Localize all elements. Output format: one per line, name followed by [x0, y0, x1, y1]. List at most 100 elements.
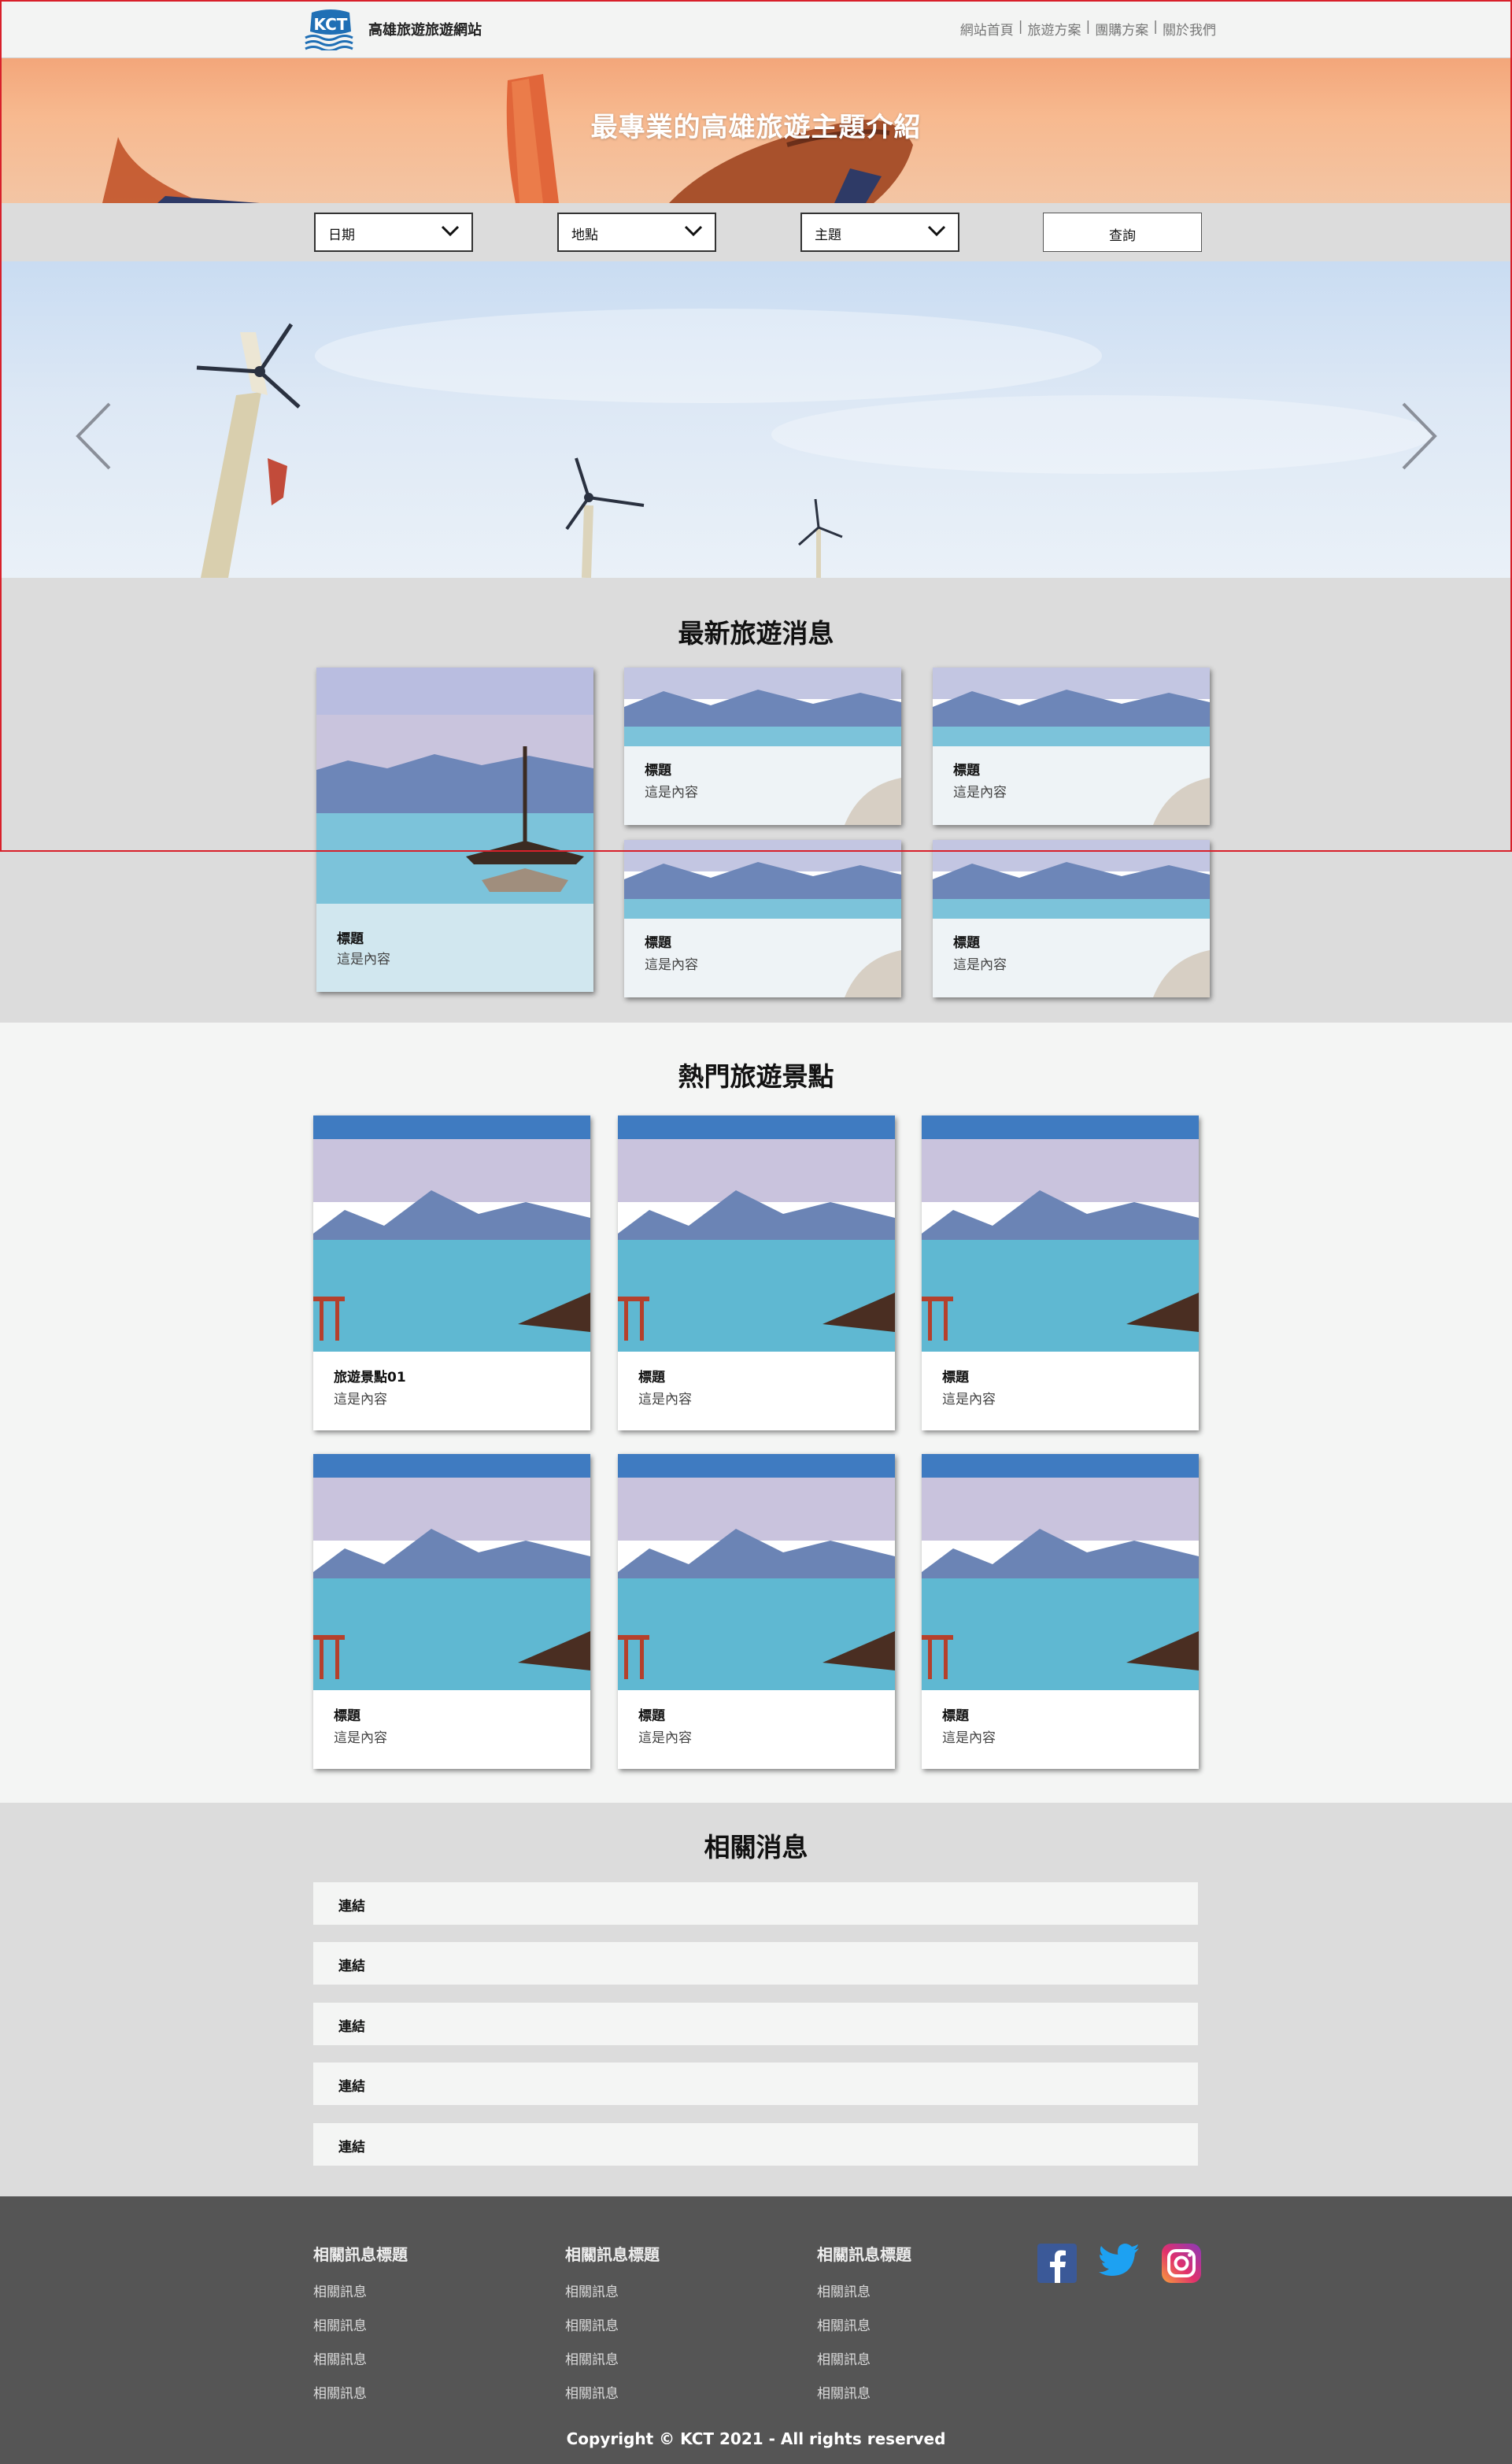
torii-lake-photo — [922, 1115, 1199, 1352]
footer-column: 相關訊息標題 相關訊息 相關訊息 相關訊息 相關訊息 — [565, 2242, 660, 2416]
footer-link[interactable]: 相關訊息 — [565, 2348, 660, 2368]
popular-spots-section: 熱門旅遊景點 旅遊景點01 這是內容 標題 這是內容 標題 這是內容 標題 這是… — [0, 1023, 1512, 1803]
news-card[interactable]: 標題 這是內容 — [933, 840, 1210, 997]
spot-card-title: 標題 — [334, 1708, 360, 1724]
news-card-text: 這是內容 — [953, 957, 1007, 973]
latest-news-section: 最新旅遊消息 標題 這是內容 標題 這是內容 標題 這是內容 標題 這是內容 標… — [0, 578, 1512, 1023]
image-carousel — [0, 261, 1512, 578]
news-card[interactable]: 標題 這是內容 — [624, 840, 901, 997]
chevron-down-icon — [927, 225, 946, 237]
news-card-title: 標題 — [953, 763, 980, 779]
place-select-label: 地點 — [571, 228, 598, 243]
related-link[interactable]: 連結 — [313, 2123, 1198, 2166]
related-link[interactable]: 連結 — [313, 1942, 1198, 1985]
related-news-section: 相關消息 連結 連結 連結 連結 連結 — [0, 1803, 1512, 2196]
news-card-title: 標題 — [337, 931, 364, 947]
related-news-title: 相關消息 — [704, 1832, 808, 1863]
search-bar: 日期 地點 主題 查詢 — [0, 203, 1512, 261]
instagram-icon[interactable] — [1162, 2244, 1201, 2283]
footer-column-heading: 相關訊息標題 — [817, 2245, 911, 2264]
spot-card[interactable]: 標題 這是內容 — [618, 1454, 895, 1769]
footer-link[interactable]: 相關訊息 — [313, 2382, 408, 2402]
spot-card[interactable]: 標題 這是內容 — [922, 1454, 1199, 1769]
footer-link[interactable]: 相關訊息 — [313, 2348, 408, 2368]
twitter-icon[interactable] — [1099, 2244, 1140, 2280]
footer-link[interactable]: 相關訊息 — [817, 2281, 911, 2300]
torii-lake-photo — [618, 1115, 895, 1352]
pagoda-lake-photo — [624, 668, 901, 825]
footer-link[interactable]: 相關訊息 — [565, 2281, 660, 2300]
torii-lake-photo — [922, 1454, 1199, 1690]
theme-select[interactable]: 主題 — [800, 213, 959, 252]
footer-column-heading: 相關訊息標題 — [313, 2245, 408, 2264]
wind-turbine-scene — [196, 309, 1433, 578]
spot-card-title: 標題 — [942, 1708, 969, 1724]
related-link[interactable]: 連結 — [313, 1882, 1198, 1925]
nav-travel-plans[interactable]: 旅遊方案 — [1028, 19, 1081, 39]
facebook-icon[interactable] — [1037, 2244, 1077, 2283]
torii-lake-photo — [313, 1454, 590, 1690]
spot-card-title: 標題 — [638, 1708, 665, 1724]
svg-text:KCT: KCT — [314, 15, 348, 34]
news-card-text: 這是內容 — [645, 957, 698, 973]
nav-group-plans[interactable]: 團購方案 — [1095, 19, 1148, 39]
site-name: 高雄旅遊旅遊網站 — [368, 22, 482, 39]
site-logo[interactable]: KCT 高雄旅遊旅遊網站 — [301, 8, 482, 52]
spot-card-text: 這是內容 — [942, 1392, 996, 1408]
kct-logo-icon: KCT — [301, 8, 360, 52]
date-select-label: 日期 — [328, 228, 355, 243]
footer-link[interactable]: 相關訊息 — [565, 2382, 660, 2402]
nav-separator: | — [1018, 19, 1023, 35]
pagoda-lake-photo — [933, 668, 1210, 825]
hero-title: 最專業的高雄旅遊主題介紹 — [590, 112, 922, 143]
spot-card-text: 這是內容 — [334, 1392, 387, 1408]
footer-link[interactable]: 相關訊息 — [817, 2348, 911, 2368]
footer-column: 相關訊息標題 相關訊息 相關訊息 相關訊息 相關訊息 — [313, 2242, 408, 2416]
news-card-featured[interactable]: 標題 這是內容 — [316, 668, 593, 992]
carousel-prev-arrow-icon[interactable] — [74, 401, 113, 471]
footer-link[interactable]: 相關訊息 — [817, 2382, 911, 2402]
news-card[interactable]: 標題 這是內容 — [624, 668, 901, 825]
site-header: KCT 高雄旅遊旅遊網站 網站首頁 | 旅遊方案 | 團購方案 | 關於我們 — [0, 0, 1512, 58]
query-button[interactable]: 查詢 — [1043, 213, 1202, 252]
related-link[interactable]: 連結 — [313, 2063, 1198, 2105]
date-select[interactable]: 日期 — [314, 213, 473, 252]
news-card-text: 這是內容 — [953, 785, 1007, 801]
footer-link[interactable]: 相關訊息 — [817, 2314, 911, 2334]
social-links — [1037, 2244, 1201, 2283]
main-nav: 網站首頁 | 旅遊方案 | 團購方案 | 關於我們 — [960, 19, 1216, 39]
chevron-down-icon — [441, 225, 460, 237]
news-card-text: 這是內容 — [645, 785, 698, 801]
torii-lake-photo — [313, 1115, 590, 1352]
copyright-text: Copyright © KCT 2021 - All rights reserv… — [566, 2429, 946, 2448]
spot-card-text: 這是內容 — [942, 1730, 996, 1746]
torii-lake-photo — [618, 1454, 895, 1690]
footer-link[interactable]: 相關訊息 — [565, 2314, 660, 2334]
theme-select-label: 主題 — [815, 228, 841, 243]
spot-card[interactable]: 標題 這是內容 — [922, 1115, 1199, 1430]
pagoda-lake-photo — [933, 840, 1210, 997]
news-card[interactable]: 標題 這是內容 — [933, 668, 1210, 825]
footer-link[interactable]: 相關訊息 — [313, 2314, 408, 2334]
carousel-next-arrow-icon[interactable] — [1399, 401, 1439, 471]
spot-card[interactable]: 旅遊景點01 這是內容 — [313, 1115, 590, 1430]
nav-home[interactable]: 網站首頁 — [960, 19, 1014, 39]
nav-about[interactable]: 關於我們 — [1163, 19, 1216, 39]
spot-card-title: 標題 — [638, 1370, 665, 1386]
site-footer: 相關訊息標題 相關訊息 相關訊息 相關訊息 相關訊息 相關訊息標題 相關訊息 相… — [0, 2196, 1512, 2464]
spot-card-text: 這是內容 — [334, 1730, 387, 1746]
spot-card-text: 這是內容 — [638, 1392, 692, 1408]
spot-card[interactable]: 標題 這是內容 — [313, 1454, 590, 1769]
news-card-title: 標題 — [645, 763, 671, 779]
footer-link[interactable]: 相關訊息 — [313, 2281, 408, 2300]
nav-separator: | — [1153, 19, 1158, 35]
popular-spots-title: 熱門旅遊景點 — [678, 1061, 834, 1092]
spot-card[interactable]: 標題 這是內容 — [618, 1115, 895, 1430]
pagoda-lake-photo — [624, 840, 901, 997]
place-select[interactable]: 地點 — [557, 213, 716, 252]
spot-card-text: 這是內容 — [638, 1730, 692, 1746]
hero-banner: 最專業的高雄旅遊主題介紹 — [0, 58, 1512, 203]
chevron-down-icon — [684, 225, 703, 237]
latest-news-title: 最新旅遊消息 — [678, 618, 834, 649]
related-link[interactable]: 連結 — [313, 2003, 1198, 2045]
